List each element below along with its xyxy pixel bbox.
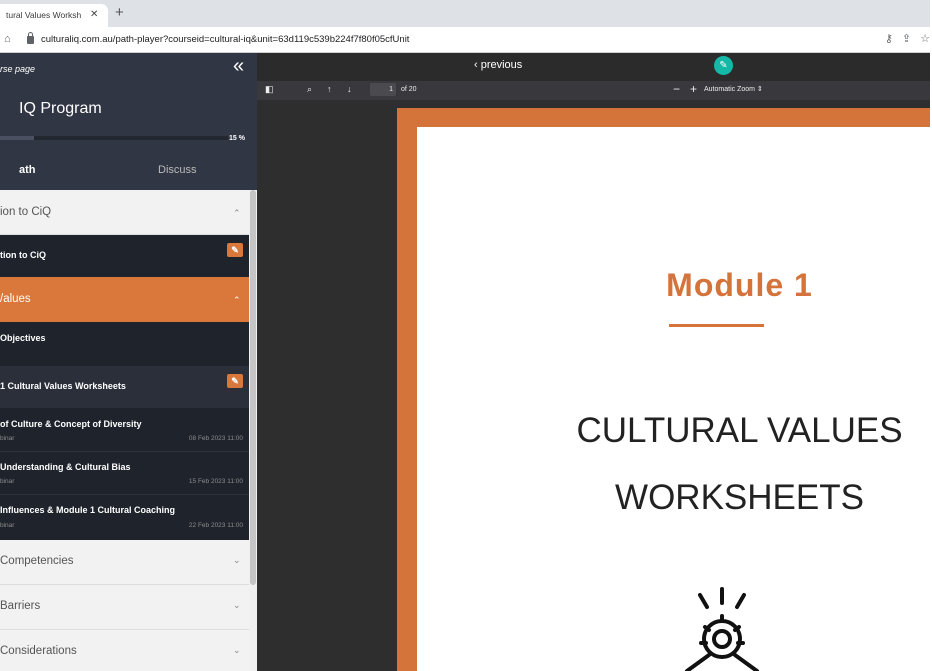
lock-icon[interactable] (27, 32, 34, 44)
module-header-values[interactable]: /alues ⌃ (0, 277, 249, 322)
zoom-select[interactable]: Automatic Zoom ⇕ (704, 85, 763, 93)
new-tab-button[interactable]: + (115, 5, 124, 20)
lesson-label: tion to CiQ (0, 250, 46, 260)
previous-link[interactable]: ‹ previous (474, 59, 522, 71)
webinar-item[interactable]: of Culture & Concept of Diversity binar … (0, 408, 249, 452)
pencil-icon[interactable]: ✎ (227, 243, 243, 257)
sidebar-scroll-thumb[interactable] (250, 190, 256, 585)
search-icon[interactable]: ⌕ (307, 84, 312, 95)
webinar-type: binar (0, 478, 15, 485)
zoom-in-button[interactable]: + (690, 82, 697, 96)
webinar-type: binar (0, 435, 15, 442)
address-bar: ⌂ culturaliq.com.au/path-player?courseid… (0, 27, 932, 53)
chevron-down-icon: ⌄ (233, 555, 241, 565)
pdf-canvas: Module 1 CULTURAL VALUES WORKSHEETS (257, 100, 932, 671)
viewer-header: ‹ previous ✎ (257, 53, 932, 81)
sidebar-header: rse page « IQ Program 15 % ath Discuss (0, 53, 257, 192)
key-icon[interactable]: ⚷ (885, 33, 893, 45)
webinar-item[interactable]: Influences & Module 1 Cultural Coaching … (0, 495, 249, 540)
webinar-date: 08 Feb 2023 11:00 (188, 435, 243, 442)
tab-path[interactable]: ath (19, 164, 36, 176)
edit-pencil-button[interactable]: ✎ (714, 56, 733, 75)
arrow-up-icon[interactable]: ↑ (327, 84, 332, 94)
module-title: Module 1 (666, 267, 813, 303)
webinar-type: binar (0, 522, 15, 529)
chevron-up-icon: ⌃ (233, 208, 241, 218)
browser-tab[interactable]: tural Values Worksh ✕ (0, 4, 108, 27)
module-header-intro[interactable]: ion to CiQ ⌃ (0, 190, 249, 235)
module-header-barriers[interactable]: Barriers ⌄ (0, 585, 249, 630)
gear-lightbulb-icon (685, 587, 759, 671)
chevron-up-icon: ⌃ (233, 295, 241, 305)
pdf-toolbar: ◧ ⌕ ↑ ↓ 1 of 20 − + Automatic Zoom ⇕ (257, 81, 932, 100)
back-to-course-link[interactable]: rse page (0, 64, 35, 74)
lesson-label: 1 Cultural Values Worksheets (0, 381, 126, 391)
lesson-item[interactable]: tion to CiQ ✎ (0, 235, 249, 277)
module-label: Barriers (0, 600, 41, 612)
zoom-out-button[interactable]: − (673, 82, 680, 96)
collapse-sidebar-icon[interactable]: « (233, 56, 244, 76)
progress-percent: 15 % (229, 135, 245, 142)
pdf-page: Module 1 CULTURAL VALUES WORKSHEETS (417, 127, 932, 671)
progress-fill (0, 136, 35, 140)
browser-tab-bar: tural Values Worksh ✕ + (0, 0, 932, 27)
module-label: Considerations (0, 645, 77, 657)
address-bar-actions: ⚷ ⇪ ☆ (876, 32, 930, 45)
webinar-label: of Culture & Concept of Diversity (0, 419, 142, 429)
home-icon[interactable]: ⌂ (4, 33, 11, 45)
module-label: ion to CiQ (0, 206, 52, 218)
close-tab-icon[interactable]: ✕ (90, 9, 98, 20)
chevron-down-icon: ⌄ (233, 645, 241, 655)
title-rule (669, 324, 764, 327)
share-icon[interactable]: ⇪ (902, 33, 911, 45)
progress-bar (0, 136, 228, 140)
module-label: Competencies (0, 555, 74, 567)
lesson-item-current[interactable]: 1 Cultural Values Worksheets ✎ (0, 366, 249, 408)
course-sidebar: rse page « IQ Program 15 % ath Discuss i… (0, 53, 257, 671)
module-label: /alues (0, 293, 31, 305)
worksheet-heading-line1: CULTURAL VALUES (576, 411, 903, 450)
program-title: IQ Program (19, 100, 102, 117)
webinar-date: 22 Feb 2023 11:00 (188, 522, 243, 529)
sidebar-toggle-icon[interactable]: ◧ (265, 84, 274, 95)
url-field[interactable]: culturaliq.com.au/path-player?courseid=c… (41, 34, 409, 45)
chevron-down-icon: ⌄ (233, 600, 241, 610)
module-header-considerations[interactable]: Considerations ⌄ (0, 630, 249, 671)
arrow-down-icon[interactable]: ↓ (347, 84, 352, 94)
page-number-input[interactable]: 1 (370, 83, 396, 96)
page-count: of 20 (401, 86, 417, 93)
pencil-icon[interactable]: ✎ (227, 374, 243, 388)
webinar-date: 15 Feb 2023 11:00 (188, 478, 243, 485)
webinar-item[interactable]: Understanding & Cultural Bias binar 15 F… (0, 452, 249, 495)
lesson-label: Objectives (0, 333, 46, 343)
tab-discuss[interactable]: Discuss (158, 164, 197, 176)
chevron-down-icon: ⇕ (756, 86, 763, 93)
module-header-competencies[interactable]: Competencies ⌄ (0, 540, 249, 585)
webinar-label: Understanding & Cultural Bias (0, 462, 131, 472)
webinar-label: Influences & Module 1 Cultural Coaching (0, 505, 176, 515)
tab-title: tural Values Worksh (6, 10, 82, 20)
zoom-select-value: Automatic Zoom (704, 86, 755, 93)
star-icon[interactable]: ☆ (920, 33, 930, 45)
lesson-item[interactable]: Objectives (0, 322, 249, 366)
worksheet-heading-line2: WORKSHEETS (615, 478, 864, 517)
